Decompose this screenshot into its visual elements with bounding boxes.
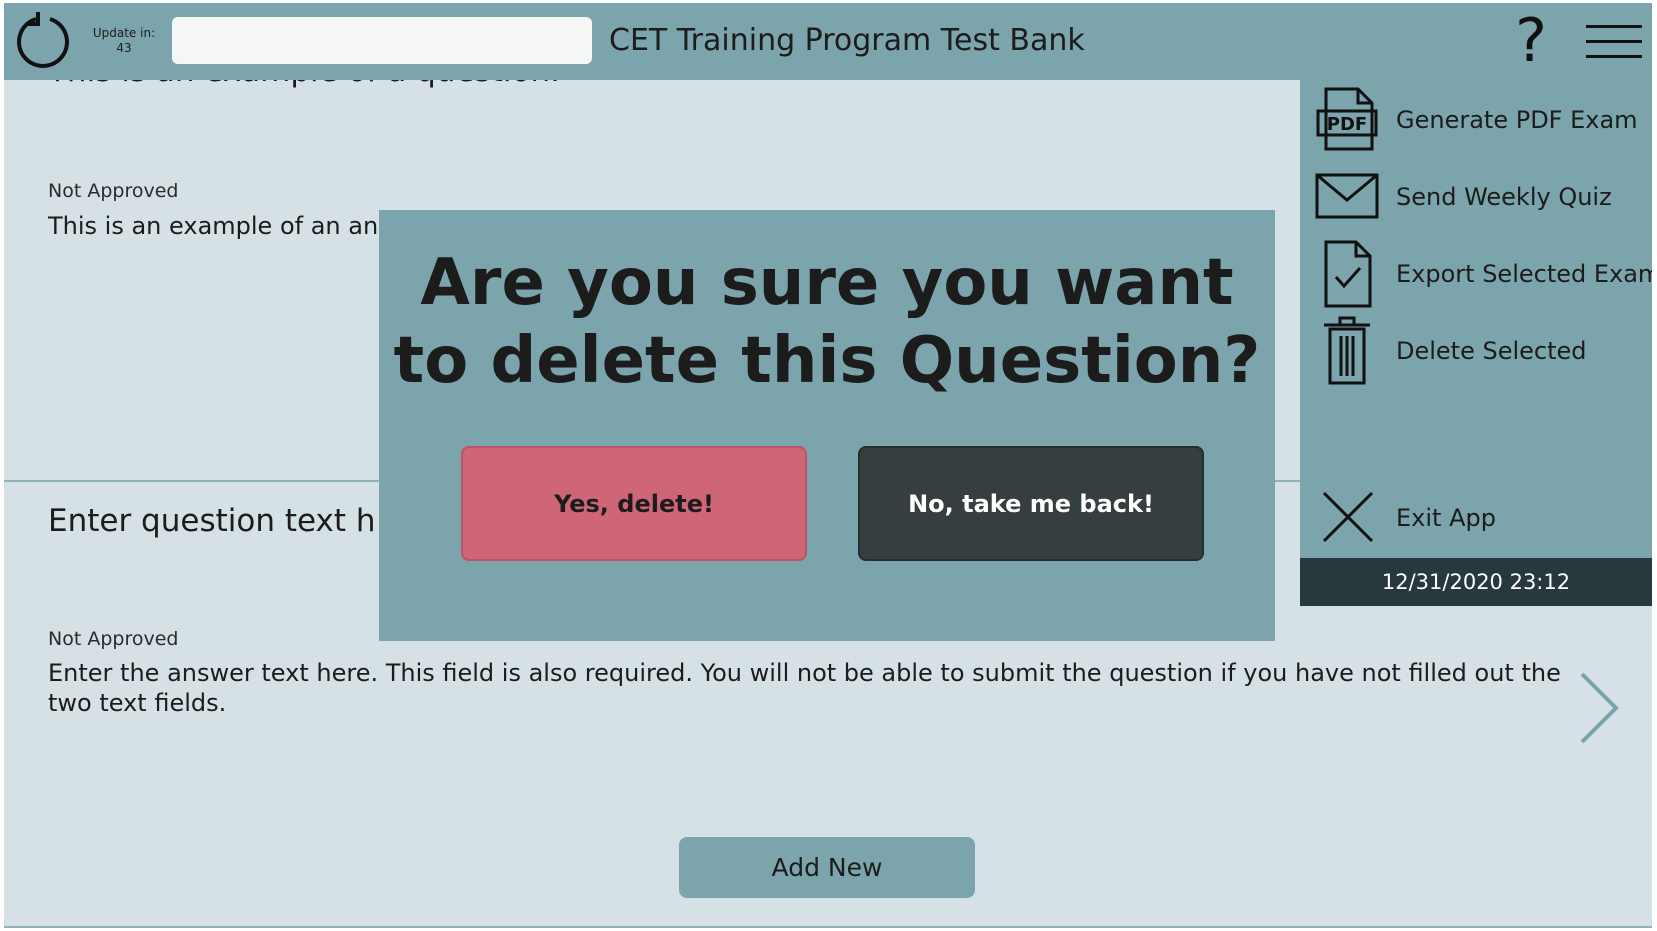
menu-item-label: Send Weekly Quiz — [1396, 183, 1612, 211]
menu-item-generate-pdf[interactable]: PDF Generate PDF Exam — [1300, 85, 1652, 155]
menu-item-label: Delete Selected — [1396, 337, 1587, 365]
approval-status: Not Approved — [48, 180, 179, 202]
pdf-icon: PDF — [1316, 87, 1378, 151]
app-title: CET Training Program Test Bank — [609, 23, 1085, 58]
help-icon[interactable]: ? — [1509, 9, 1553, 73]
chevron-right-icon[interactable] — [1576, 670, 1622, 746]
trash-icon — [1324, 316, 1370, 385]
menu-item-label: Generate PDF Exam — [1396, 106, 1638, 134]
app-window: This is an example of a question. Not Ap… — [4, 3, 1652, 928]
answer-text: This is an example of an ans — [48, 212, 391, 240]
search-input[interactable] — [172, 17, 592, 64]
menu-item-exit-app[interactable]: Exit App — [1300, 483, 1652, 553]
question-title: Enter question text h — [48, 503, 376, 539]
menu-item-label: Export Selected Exam — [1396, 260, 1652, 288]
side-menu: PDF Generate PDF Exam Send Weekly Quiz E… — [1300, 80, 1652, 606]
hamburger-menu-icon[interactable] — [1586, 25, 1642, 59]
timestamp: 12/31/2020 23:12 — [1300, 558, 1652, 606]
delete-confirmation-dialog: Are you sure you want to delete this Que… — [379, 210, 1275, 641]
update-countdown: Update in: 43 — [82, 26, 166, 56]
confirm-delete-button[interactable]: Yes, delete! — [461, 446, 807, 561]
menu-item-delete-selected[interactable]: Delete Selected — [1300, 316, 1652, 386]
svg-text:PDF: PDF — [1327, 114, 1367, 135]
cancel-button[interactable]: No, take me back! — [858, 446, 1204, 561]
dialog-title: Are you sure you want to delete this Que… — [393, 246, 1261, 398]
bottom-divider — [4, 926, 1652, 928]
approval-status: Not Approved — [48, 628, 179, 650]
top-bar: Update in: 43 CET Training Program Test … — [4, 3, 1652, 80]
refresh-icon[interactable] — [14, 11, 74, 71]
answer-text: Enter the answer text here. This field i… — [48, 659, 1561, 717]
menu-item-send-quiz[interactable]: Send Weekly Quiz — [1300, 162, 1652, 232]
menu-item-label: Exit App — [1396, 504, 1496, 532]
menu-item-export-exam[interactable]: Export Selected Exam — [1300, 239, 1652, 309]
document-check-icon — [1324, 240, 1372, 308]
close-icon — [1322, 491, 1374, 543]
update-label-text: Update in: — [92, 26, 156, 40]
envelope-icon — [1315, 173, 1379, 219]
add-new-button[interactable]: Add New — [679, 837, 975, 898]
update-countdown-value: 43 — [116, 41, 132, 55]
